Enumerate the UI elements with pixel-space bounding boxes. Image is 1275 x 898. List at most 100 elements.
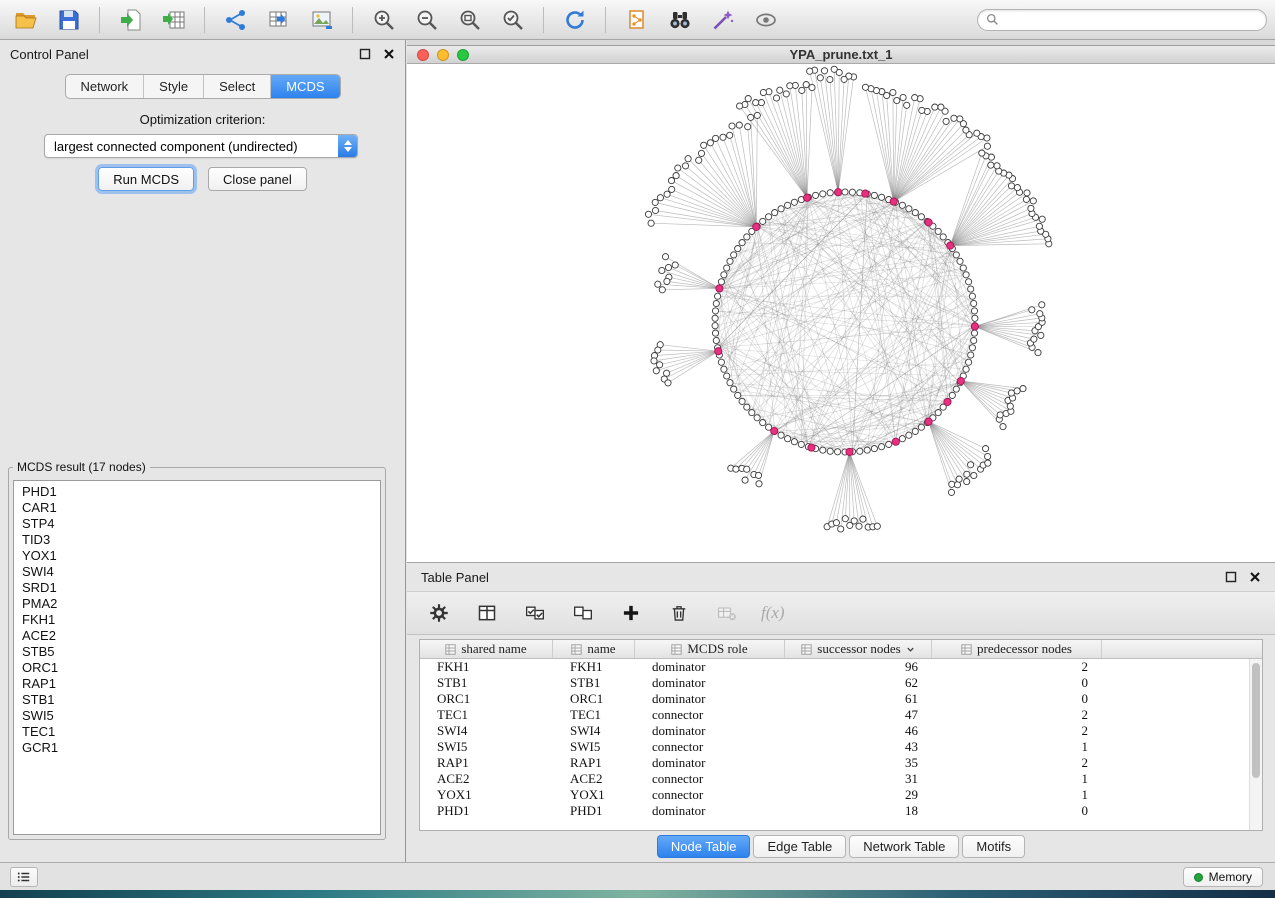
network-node[interactable] (957, 258, 963, 264)
zoom-selected-icon[interactable] (495, 5, 530, 35)
network-node[interactable] (721, 272, 727, 278)
network-node[interactable] (969, 345, 975, 351)
network-node[interactable] (827, 448, 833, 454)
network-node[interactable] (949, 481, 955, 487)
network-node[interactable] (932, 104, 938, 110)
column-header-MCDS-role[interactable]: MCDS role (635, 640, 785, 658)
dominator-node[interactable] (716, 285, 723, 292)
table-cell[interactable]: 35 (785, 755, 932, 771)
network-node[interactable] (665, 264, 671, 270)
network-node[interactable] (1039, 216, 1045, 222)
column-header-shared-name[interactable]: shared name (420, 640, 553, 658)
network-node[interactable] (912, 428, 918, 434)
network-node[interactable] (778, 432, 784, 438)
network-node[interactable] (778, 206, 784, 212)
table-cell[interactable]: SWI4 (553, 723, 635, 739)
network-node[interactable] (851, 518, 857, 524)
network-node[interactable] (983, 446, 989, 452)
export-image-icon[interactable] (304, 5, 339, 35)
table-cell[interactable]: 1 (932, 739, 1102, 755)
network-node[interactable] (953, 386, 959, 392)
network-node[interactable] (968, 462, 974, 468)
network-node[interactable] (994, 163, 1000, 169)
network-node[interactable] (744, 404, 750, 410)
network-node[interactable] (842, 189, 848, 195)
table-cell[interactable]: dominator (635, 691, 785, 707)
network-node[interactable] (760, 420, 766, 426)
network-node[interactable] (835, 449, 841, 455)
network-node[interactable] (971, 472, 977, 478)
network-node[interactable] (772, 210, 778, 216)
mcds-result-item[interactable]: ORC1 (22, 660, 372, 676)
table-row[interactable]: ORC1ORC1dominator610 (420, 691, 1262, 707)
network-node[interactable] (820, 191, 826, 197)
network-node[interactable] (864, 447, 870, 453)
network-node[interactable] (963, 366, 969, 372)
network-node[interactable] (919, 107, 925, 113)
network-node[interactable] (791, 439, 797, 445)
network-node[interactable] (735, 392, 741, 398)
dominator-node[interactable] (846, 448, 853, 455)
network-node[interactable] (935, 410, 941, 416)
network-node[interactable] (949, 392, 955, 398)
tab-select[interactable]: Select (204, 75, 271, 98)
table-row[interactable]: STB1STB1dominator620 (420, 675, 1262, 691)
close-panel-icon[interactable] (383, 48, 395, 60)
network-node[interactable] (838, 526, 844, 532)
dominator-node[interactable] (890, 198, 897, 205)
network-node[interactable] (985, 460, 991, 466)
delete-row-icon[interactable] (665, 599, 693, 627)
table-row[interactable]: FKH1FKH1dominator962 (420, 659, 1262, 675)
table-row[interactable]: SWI4SWI4dominator462 (420, 723, 1262, 739)
network-node[interactable] (712, 308, 718, 314)
network-node[interactable] (760, 89, 766, 95)
network-node[interactable] (773, 95, 779, 101)
network-node[interactable] (904, 102, 910, 108)
columns-icon[interactable] (473, 599, 501, 627)
network-node[interactable] (953, 252, 959, 258)
network-node[interactable] (874, 523, 880, 529)
table-cell[interactable]: FKH1 (420, 659, 553, 675)
network-node[interactable] (1031, 336, 1037, 342)
dominator-node[interactable] (944, 398, 951, 405)
network-node[interactable] (1007, 403, 1013, 409)
table-cell[interactable]: TEC1 (420, 707, 553, 723)
network-node[interactable] (841, 76, 847, 82)
network-node[interactable] (1024, 190, 1030, 196)
network-node[interactable] (879, 194, 885, 200)
table-cell[interactable]: connector (635, 771, 785, 787)
network-node[interactable] (682, 163, 688, 169)
table-cell[interactable]: RAP1 (553, 755, 635, 771)
network-node[interactable] (1028, 205, 1034, 211)
network-node[interactable] (664, 191, 670, 197)
mcds-result-item[interactable]: SWI4 (22, 564, 372, 580)
mcds-result-item[interactable]: GCR1 (22, 740, 372, 756)
dominator-node[interactable] (925, 418, 932, 425)
table-cell[interactable]: 29 (785, 787, 932, 803)
network-node[interactable] (871, 446, 877, 452)
network-node[interactable] (1023, 196, 1029, 202)
network-node[interactable] (669, 186, 675, 192)
tab-style[interactable]: Style (144, 75, 204, 98)
table-cell[interactable]: 61 (785, 691, 932, 707)
table-cell[interactable]: PHD1 (420, 803, 553, 819)
network-node[interactable] (842, 516, 848, 522)
network-node[interactable] (648, 220, 654, 226)
table-cell[interactable]: ORC1 (553, 691, 635, 707)
network-node[interactable] (963, 127, 969, 133)
network-node[interactable] (979, 150, 985, 156)
table-row[interactable]: ACE2ACE2connector311 (420, 771, 1262, 787)
network-node[interactable] (756, 481, 762, 487)
network-node[interactable] (659, 287, 665, 293)
network-node[interactable] (1014, 388, 1020, 394)
dominator-node[interactable] (803, 194, 810, 201)
network-node[interactable] (890, 89, 896, 95)
network-node[interactable] (827, 190, 833, 196)
search-input[interactable] (1004, 12, 1258, 28)
tab-motifs[interactable]: Motifs (962, 835, 1025, 858)
mcds-result-item[interactable]: RAP1 (22, 676, 372, 692)
network-node[interactable] (744, 466, 750, 472)
network-node[interactable] (1029, 307, 1035, 313)
network-node[interactable] (971, 337, 977, 343)
network-node[interactable] (783, 91, 789, 97)
